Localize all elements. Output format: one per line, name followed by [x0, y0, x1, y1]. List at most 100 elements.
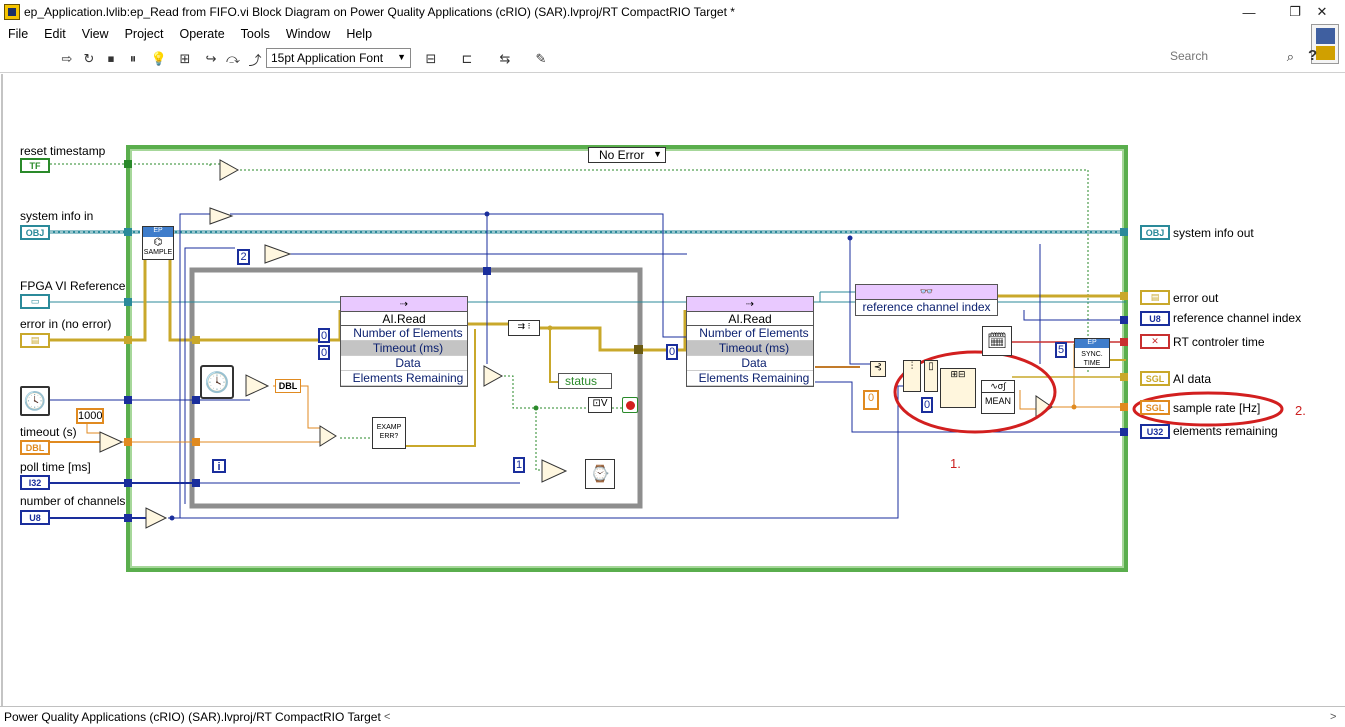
scroll-left-icon[interactable]: < — [384, 711, 390, 723]
step-into-icon[interactable]: ↪ — [200, 50, 222, 68]
fifo-prop-data[interactable]: Data — [687, 356, 813, 371]
menu-bar: File Edit View Project Operate Tools Win… — [0, 24, 1345, 44]
case-selector-value: No Error — [599, 148, 645, 162]
fifo-prop-data[interactable]: Data — [341, 356, 467, 371]
example-error-subvi[interactable]: EXAMP ERR? — [372, 417, 406, 449]
mean-subvi[interactable]: ∿σ∫ MEAN — [981, 380, 1015, 414]
step-over-icon[interactable]: ⤼ — [222, 50, 244, 68]
rt-controler-time-terminal[interactable]: ✕ — [1140, 334, 1170, 349]
select-case-icon[interactable]: ⊰ — [870, 361, 886, 377]
reorder-icon[interactable]: ⇆ — [494, 50, 516, 68]
label-reference-channel-index: reference channel index — [1173, 311, 1302, 325]
chevron-down-icon[interactable]: ▼ — [653, 149, 662, 159]
fifo-prop-number-of-elements[interactable]: Number of Elements — [687, 326, 813, 341]
scroll-right-icon[interactable]: > — [1330, 711, 1336, 723]
annotation-label-1: 1. — [950, 456, 961, 471]
property-node[interactable]: 👓 reference channel index — [855, 284, 998, 316]
label-number-of-channels: number of channels — [20, 494, 126, 508]
retain-wire-values-icon[interactable]: ⊞ — [174, 50, 196, 68]
ep-subvi-label: EP — [143, 227, 173, 237]
fifo-read-node-right[interactable]: ⇢ AI.Read Number of Elements Timeout (ms… — [686, 296, 814, 387]
array-subset-icon[interactable]: ⊞⊟ — [940, 368, 976, 408]
constant-5[interactable]: 5 — [1055, 342, 1067, 358]
timeout-terminal[interactable]: DBL — [20, 440, 50, 455]
constant-0-timeout-right[interactable]: 0 — [666, 344, 678, 360]
step-out-icon[interactable]: ⤴ — [244, 50, 266, 68]
reference-channel-index-terminal[interactable]: U8 — [1140, 311, 1170, 326]
status-label: status — [565, 374, 598, 388]
status-unbundle[interactable]: status — [558, 373, 612, 389]
fifo-read-node-left[interactable]: ⇢ AI.Read Number of Elements Timeout (ms… — [340, 296, 468, 387]
greater-or-equal-primitive — [541, 459, 568, 483]
tick-count-clock-icon[interactable]: 🕓 — [200, 365, 234, 399]
error-in-terminal[interactable]: ▤ — [20, 333, 50, 348]
property-reference-channel-index[interactable]: reference channel index — [856, 300, 997, 315]
constant-0-index[interactable]: 0 — [921, 397, 933, 413]
constant-0-number-elements[interactable]: 0 — [318, 328, 330, 343]
pause-icon[interactable]: ⏸ — [122, 50, 144, 68]
to-dbl-conversion[interactable]: DBL — [275, 379, 301, 393]
stop-condition-icon[interactable] — [622, 397, 638, 413]
menu-tools[interactable]: Tools — [233, 27, 278, 41]
menu-window[interactable]: Window — [278, 27, 338, 41]
fifo-prop-number-of-elements[interactable]: Number of Elements — [341, 326, 467, 341]
or-array-elements-icon[interactable]: ⊡V — [588, 397, 612, 413]
ai-data-terminal[interactable]: SGL — [1140, 371, 1170, 386]
clock-icon[interactable]: 🕓 — [20, 386, 50, 416]
wait-ms-icon[interactable]: ⌚ — [585, 459, 615, 489]
reset-timestamp-terminal[interactable]: TF — [20, 158, 50, 173]
system-info-in-terminal[interactable]: OBJ — [20, 225, 50, 240]
close-button[interactable]: ✕ — [1299, 0, 1345, 24]
loop-iteration-terminal[interactable]: i — [212, 459, 226, 473]
search-icon[interactable]: ⌕ — [1287, 49, 1294, 65]
annotation-label-2: 2. — [1295, 403, 1306, 418]
menu-project[interactable]: Project — [117, 27, 172, 41]
constant-1000[interactable]: 1000 — [76, 408, 104, 424]
index-array-icon[interactable]: ⫶ — [903, 360, 921, 392]
run-arrow-icon[interactable]: ⇨ — [56, 50, 78, 68]
fpga-vi-reference-terminal[interactable]: ▭ — [20, 294, 50, 309]
case-selector[interactable]: No Error ▼ — [588, 147, 666, 163]
block-diagram[interactable]: reset timestamp TF system info in OBJ FP… — [0, 74, 1345, 706]
mean-waveform-icon: ∿σ∫ — [990, 381, 1006, 391]
error-out-terminal[interactable]: ▤ — [1140, 290, 1170, 305]
constant-0-default[interactable]: 0 — [863, 390, 879, 410]
menu-operate[interactable]: Operate — [171, 27, 232, 41]
subtract-primitive — [245, 374, 270, 397]
elements-remaining-terminal[interactable]: U32 — [1140, 424, 1170, 439]
context-help-icon[interactable]: ? — [1308, 47, 1324, 67]
label-ai-data: AI data — [1173, 372, 1212, 386]
highlight-execution-icon[interactable]: 💡 — [148, 50, 170, 68]
menu-file[interactable]: File — [0, 27, 36, 41]
sample-rate-terminal[interactable]: SGL — [1140, 400, 1170, 415]
number-of-channels-terminal[interactable]: U8 — [20, 510, 50, 525]
abort-icon[interactable]: ⏹ — [100, 50, 122, 68]
unbundle-error-icon[interactable]: ⇉ ⁝ — [508, 320, 540, 336]
menu-edit[interactable]: Edit — [36, 27, 74, 41]
window-title: ep_Application.lvlib:ep_Read from FIFO.v… — [24, 5, 735, 19]
constant-0-timeout[interactable]: 0 — [318, 345, 330, 360]
search-input[interactable] — [1170, 49, 1270, 63]
search-box[interactable]: ⌕ — [1170, 49, 1298, 67]
array-size-icon[interactable]: ▯ — [924, 360, 938, 392]
menu-view[interactable]: View — [74, 27, 117, 41]
cleanup-diagram-icon[interactable]: ✎ — [530, 50, 552, 68]
fifo-prop-elements-remaining[interactable]: Elements Remaining — [341, 371, 467, 386]
constant-2[interactable]: 2 — [237, 249, 250, 265]
align-objects-icon[interactable]: ⊟ — [420, 50, 442, 68]
minimize-button[interactable]: — — [1226, 0, 1272, 24]
sync-time-subvi[interactable]: EP SYNC. TIME — [1074, 338, 1110, 368]
constant-1[interactable]: 1 — [513, 457, 525, 473]
distribute-objects-icon[interactable]: ⊏ — [456, 50, 478, 68]
menu-help[interactable]: Help — [338, 27, 380, 41]
ep-sample-subvi[interactable]: EP ⌬ SAMPLE — [142, 226, 174, 260]
fifo-prop-elements-remaining[interactable]: Elements Remaining — [687, 371, 813, 386]
fifo-prop-timeout[interactable]: Timeout (ms) — [341, 341, 467, 356]
multiply-primitive-2 — [264, 244, 292, 264]
get-date-time-icon[interactable]: 🗓 — [982, 326, 1012, 356]
run-continuously-icon[interactable]: ↻ — [78, 50, 100, 68]
system-info-out-terminal[interactable]: OBJ — [1140, 225, 1170, 240]
font-select[interactable]: 15pt Application Font ▼ — [266, 48, 411, 68]
fifo-prop-timeout[interactable]: Timeout (ms) — [687, 341, 813, 356]
poll-time-terminal[interactable]: I32 — [20, 475, 50, 490]
